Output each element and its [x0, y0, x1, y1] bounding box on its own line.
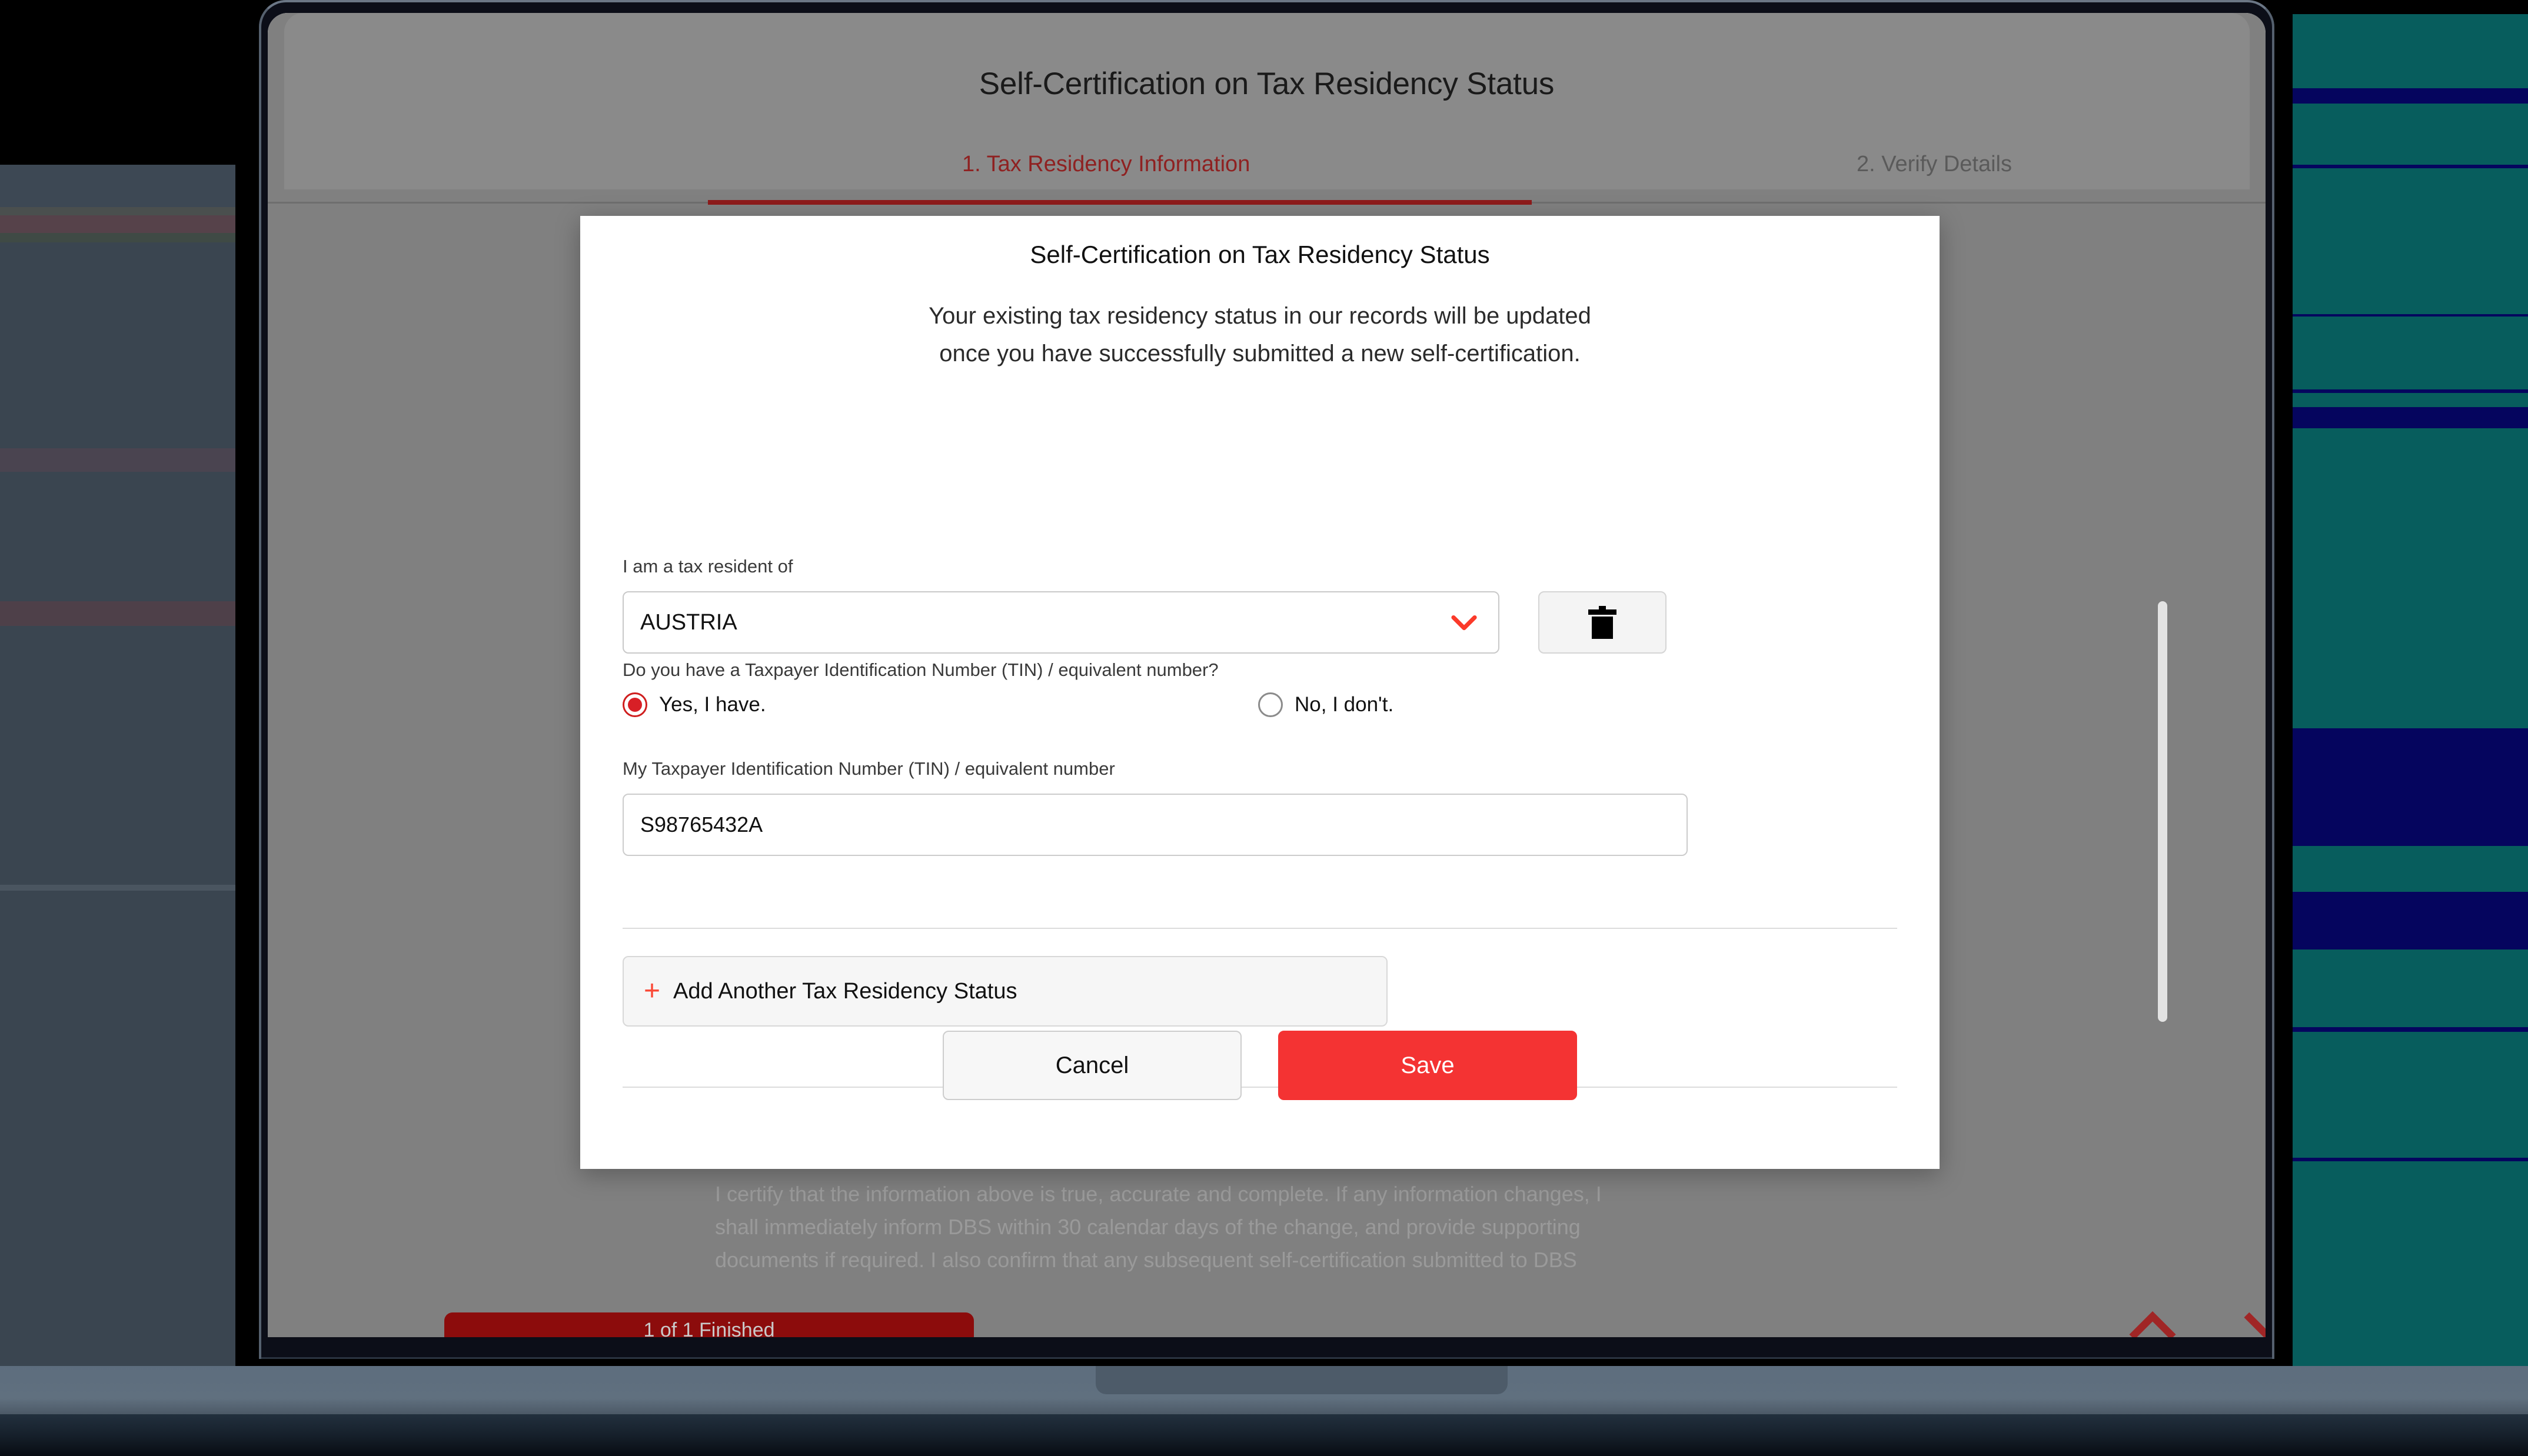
tab-bar: 1. Tax Residency Information 2. Verify D…	[268, 141, 2266, 206]
chevron-up-icon	[2124, 1297, 2181, 1337]
modal-scrollbar[interactable]	[2158, 601, 2167, 1022]
country-field-label: I am a tax resident of	[623, 556, 793, 577]
background-paragraph-line: documents if required. I also confirm th…	[715, 1244, 1833, 1277]
radio-yes-label: Yes, I have.	[659, 693, 766, 717]
plus-icon: +	[644, 977, 660, 1005]
tab-tax-residency-information[interactable]: 1. Tax Residency Information	[962, 152, 1250, 177]
chevron-down-icon	[2239, 1297, 2266, 1337]
self-certification-modal: Self-Certification on Tax Residency Stat…	[580, 216, 1940, 1169]
tab-underline-active	[708, 200, 1532, 205]
background-paragraph-line: shall immediately inform DBS within 30 c…	[715, 1211, 1833, 1244]
scroll-up-button[interactable]	[2124, 1297, 2181, 1337]
modal-form: I am a tax resident of AUSTRIA Do you ha…	[580, 439, 1940, 969]
trash-icon	[1587, 606, 1618, 639]
right-decorative-stripes	[2293, 0, 2528, 1456]
modal-description-line-2: once you have successfully submitted a n…	[580, 335, 1940, 372]
save-button[interactable]: Save	[1278, 1031, 1577, 1100]
laptop-base-notch	[1096, 1366, 1508, 1394]
radio-button-selected-icon	[623, 692, 647, 717]
radio-yes-i-have[interactable]: Yes, I have.	[623, 692, 766, 717]
modal-title: Self-Certification on Tax Residency Stat…	[580, 241, 1940, 269]
radio-dot	[628, 698, 642, 712]
laptop-base-shadow	[0, 1414, 2528, 1456]
scroll-down-button[interactable]	[2239, 1297, 2266, 1337]
page-title: Self-Certification on Tax Residency Stat…	[268, 66, 2266, 102]
country-select-value: AUSTRIA	[640, 610, 1446, 635]
chevron-down-icon	[1446, 605, 1482, 640]
country-select[interactable]: AUSTRIA	[623, 591, 1499, 654]
laptop-screen: Self-Certification on Tax Residency Stat…	[268, 13, 2266, 1337]
tab-verify-details[interactable]: 2. Verify Details	[1857, 152, 2012, 177]
left-decorative-stripes	[0, 0, 235, 1456]
modal-action-bar: Cancel Save	[580, 1031, 1940, 1100]
radio-no-i-dont[interactable]: No, I don't.	[1258, 692, 1393, 717]
cancel-button[interactable]: Cancel	[943, 1031, 1242, 1100]
web-page: Self-Certification on Tax Residency Stat…	[268, 13, 2266, 1337]
add-another-residency-label: Add Another Tax Residency Status	[673, 979, 1017, 1004]
tin-input[interactable]: S98765432A	[623, 794, 1688, 856]
modal-description: Your existing tax residency status in ou…	[580, 297, 1940, 372]
divider-top	[623, 928, 1897, 929]
background-certification-paragraph: I certify that the information above is …	[715, 1178, 1833, 1277]
delete-residency-button[interactable]	[1538, 591, 1667, 654]
add-another-residency-button[interactable]: + Add Another Tax Residency Status	[623, 956, 1388, 1027]
modal-description-line-1: Your existing tax residency status in ou…	[580, 297, 1940, 335]
tin-radio-group: Yes, I have. No, I don't.	[623, 692, 1505, 728]
status-badge: 1 of 1 Finished	[444, 1312, 974, 1337]
radio-button-unselected-icon	[1258, 692, 1283, 717]
tin-question-label: Do you have a Taxpayer Identification Nu…	[623, 659, 1219, 681]
radio-no-label: No, I don't.	[1295, 693, 1393, 717]
tin-field-label: My Taxpayer Identification Number (TIN) …	[623, 758, 1115, 779]
background-paragraph-line: I certify that the information above is …	[715, 1178, 1833, 1211]
